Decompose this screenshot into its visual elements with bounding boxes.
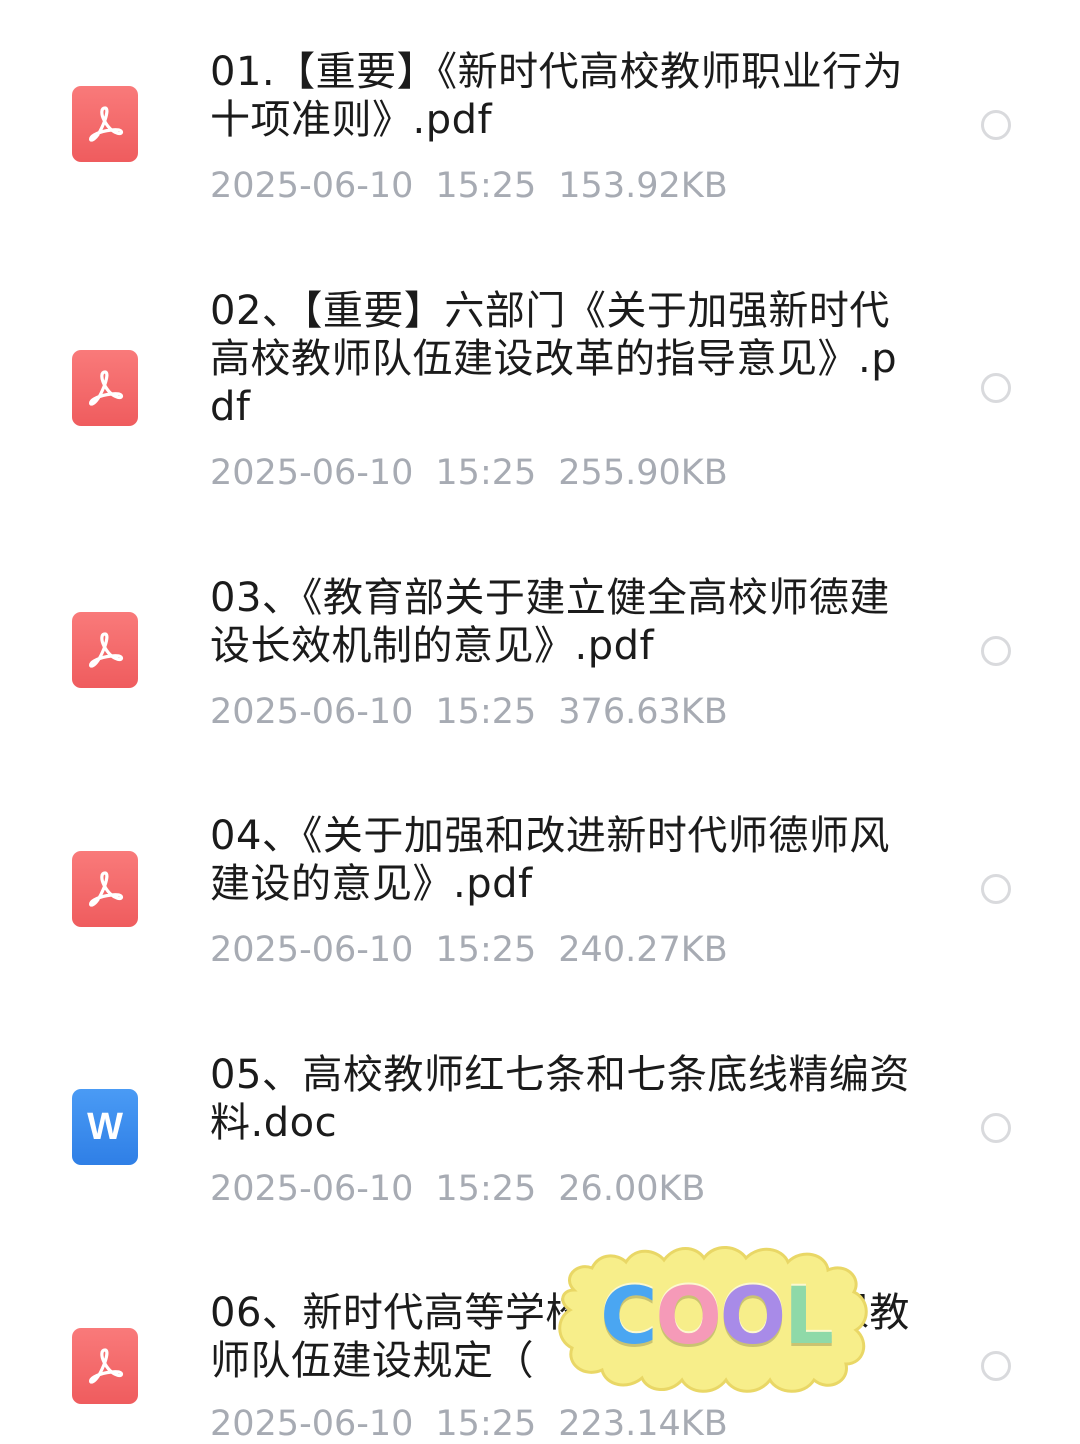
file-date: 2025-06-10 (210, 1169, 414, 1209)
file-size: 376.63KB (558, 692, 728, 732)
pdf-file-icon (72, 612, 138, 688)
file-name[interactable]: 02、【重要】六部门《关于加强新时代高校教师队伍建设改革的指导意见》.pdf (210, 287, 910, 431)
sticker-letter: O (719, 1272, 786, 1362)
file-date: 2025-06-10 (210, 930, 414, 970)
file-size: 223.14KB (558, 1404, 728, 1444)
sticker-letter: C (600, 1272, 657, 1362)
file-time: 15:25 (435, 1404, 537, 1444)
file-meta: 2025-06-10 15:25 223.14KB (210, 1404, 750, 1444)
file-time: 15:25 (435, 692, 537, 732)
acrobat-icon (89, 370, 124, 406)
file-meta: 2025-06-10 15:25 240.27KB (210, 930, 750, 970)
pdf-file-icon (72, 1328, 138, 1404)
select-radio[interactable] (981, 636, 1011, 666)
sticker-letter: L (784, 1272, 834, 1362)
select-radio[interactable] (981, 874, 1011, 904)
file-date: 2025-06-10 (210, 1404, 414, 1444)
select-radio[interactable] (981, 373, 1011, 403)
file-meta: 2025-06-10 15:25 26.00KB (210, 1169, 727, 1209)
file-list: 01.【重要】《新时代高校教师职业行为十项准则》.pdf 2025-06-10 1… (0, 0, 1080, 1444)
select-radio[interactable] (981, 1113, 1011, 1143)
file-time: 15:25 (435, 930, 537, 970)
pdf-file-icon (72, 851, 138, 927)
select-radio[interactable] (981, 1351, 1011, 1381)
file-size: 240.27KB (558, 930, 728, 970)
file-date: 2025-06-10 (210, 453, 414, 493)
file-row[interactable]: 06、新时代高等学校思想政治理论课教师队伍建设规定（ 2025-06-10 15:… (0, 0, 1080, 1444)
acrobat-icon (89, 871, 124, 907)
file-size: 255.90KB (558, 453, 728, 493)
word-letter-icon: W (87, 1106, 123, 1148)
file-time: 15:25 (435, 1169, 537, 1209)
word-file-icon: W (72, 1089, 138, 1165)
acrobat-icon (89, 1348, 124, 1384)
file-name[interactable]: 05、高校教师红七条和七条底线精编资料.doc (210, 1051, 910, 1147)
file-size: 26.00KB (558, 1169, 706, 1209)
file-time: 15:25 (435, 453, 537, 493)
sticker-letter: O (655, 1272, 721, 1362)
file-name[interactable]: 04、《关于加强和改进新时代师德师风建设的意见》.pdf (210, 812, 910, 908)
file-meta: 2025-06-10 15:25 376.63KB (210, 692, 750, 732)
acrobat-icon (89, 632, 124, 668)
sticker-text: COOL (556, 1238, 876, 1396)
file-meta: 2025-06-10 15:25 255.90KB (210, 453, 750, 493)
file-name[interactable]: 03、《教育部关于建立健全高校师德建设长效机制的意见》.pdf (210, 574, 910, 670)
pdf-file-icon (72, 350, 138, 426)
cool-sticker: COOL (556, 1238, 876, 1396)
file-date: 2025-06-10 (210, 692, 414, 732)
